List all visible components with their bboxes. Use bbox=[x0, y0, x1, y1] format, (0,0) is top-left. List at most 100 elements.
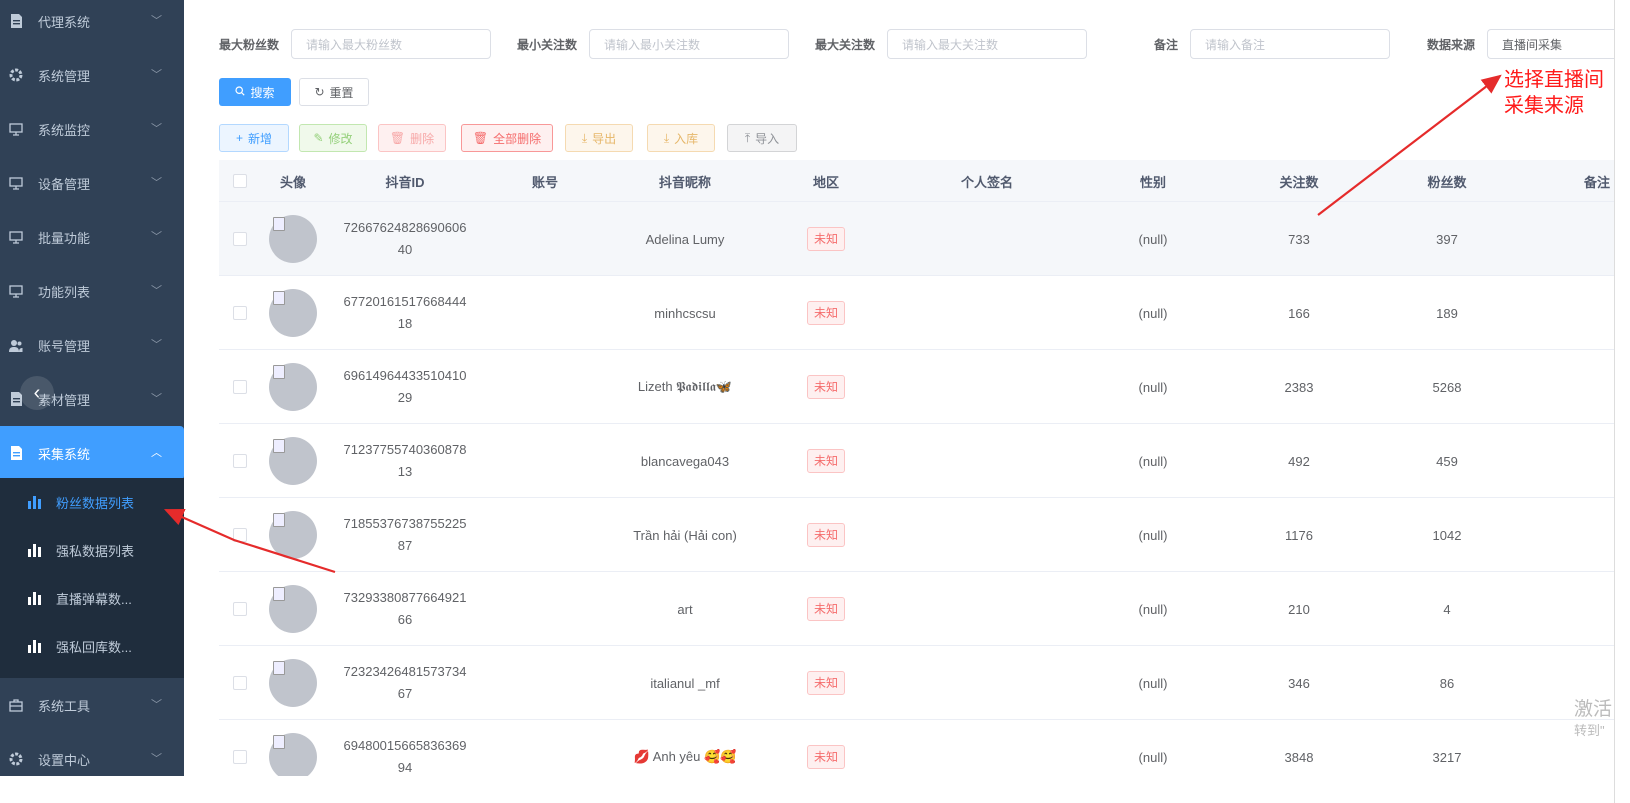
douyin-id-cell: 71855376738755225 87 bbox=[325, 498, 485, 572]
select-all-checkbox[interactable] bbox=[233, 174, 247, 188]
max-fans-input[interactable]: 请输入最大粉丝数 bbox=[291, 29, 492, 59]
collapse-sidebar-button[interactable]: ‹ bbox=[20, 376, 54, 410]
table-row[interactable]: 69614964433510410 29 Lizeth 𝕻𝖆𝖉𝖎𝖑𝖑𝖆🦋 未知 (nul… bbox=[219, 350, 1614, 424]
remark-cell bbox=[1515, 498, 1614, 572]
sidebar-subitem-fan-data-list[interactable]: 粉丝数据列表 bbox=[0, 478, 184, 526]
sidebar-item-system-management[interactable]: 系统管理 ﹀ bbox=[0, 48, 184, 102]
sidebar-item-label: 设备管理 bbox=[38, 176, 91, 192]
signature-cell bbox=[887, 202, 1087, 276]
region-cell: 未知 bbox=[765, 202, 887, 276]
filter-max-follow: 最大关注数 请输入最大关注数 bbox=[815, 28, 1088, 60]
fans-cell: 397 bbox=[1436, 231, 1458, 247]
column-header: 性别 bbox=[1139, 174, 1166, 190]
row-checkbox[interactable] bbox=[233, 750, 247, 764]
column-header: 地区 bbox=[812, 174, 839, 190]
table-row[interactable]: 72323426481573734 67 italianul _mf 未知 (null)… bbox=[219, 646, 1614, 720]
sidebar-item-account-management[interactable]: 账号管理 ﹀ bbox=[0, 318, 184, 372]
download-icon: ⤓ bbox=[581, 130, 588, 145]
sidebar-item-label: 代理系统 bbox=[38, 14, 91, 30]
sidebar-item-system-tools[interactable]: 系统工具 ﹀ bbox=[0, 678, 184, 732]
min-follow-input[interactable]: 请输入最小关注数 bbox=[589, 29, 790, 59]
main-content: 最大粉丝数 请输入最大粉丝数 最小关注数 请输入最小关注数 最大关注数 请输入最… bbox=[184, 0, 1614, 776]
sidebar-subitem-label: 粉丝数据列表 bbox=[56, 495, 135, 511]
chevron-down-icon: ﹀ bbox=[151, 15, 162, 27]
select-cell bbox=[219, 646, 261, 720]
douyin-id-cell: 67720161517668444 18 bbox=[325, 276, 485, 350]
max-follow-input[interactable]: 请输入最大关注数 bbox=[887, 29, 1088, 59]
table-row[interactable]: 71237755740360878 13 blancavega043 未知 (null)… bbox=[219, 424, 1614, 498]
douyin-id-cell: 73293380877664921 66 bbox=[325, 572, 485, 646]
activation-watermark-sub: 转到" bbox=[1574, 723, 1605, 738]
search-icon bbox=[235, 85, 246, 99]
export-button[interactable]: ⤓ 导出 bbox=[565, 124, 633, 152]
reset-button[interactable]: ↻ 重置 bbox=[299, 78, 369, 106]
column-header: 账号 bbox=[531, 174, 558, 190]
sidebar-item-label: 功能列表 bbox=[38, 284, 91, 300]
sidebar-subitem-dm-storage[interactable]: 强私回库数... bbox=[0, 622, 184, 670]
upload-icon: ⤒ bbox=[744, 130, 751, 145]
row-checkbox[interactable] bbox=[233, 380, 247, 394]
nickname-cell: Lizeth 𝕻𝖆𝖉𝖎𝖑𝖑𝖆🦋 bbox=[637, 379, 733, 394]
sidebar-item-device-management[interactable]: 设备管理 ﹀ bbox=[0, 156, 184, 210]
sidebar-item-label: 批量功能 bbox=[38, 230, 91, 246]
search-button[interactable]: 搜索 bbox=[219, 78, 291, 106]
document-icon bbox=[8, 13, 24, 29]
sidebar-item-system-monitor[interactable]: 系统监控 ﹀ bbox=[0, 102, 184, 156]
chevron-down-icon: ﹀ bbox=[151, 285, 162, 297]
sidebar-subitem-dm-data-list[interactable]: 强私数据列表 bbox=[0, 526, 184, 574]
remark-input[interactable]: 请输入备注 bbox=[1190, 29, 1391, 59]
region-tag: 未知 bbox=[806, 597, 845, 621]
nickname-cell: art bbox=[677, 601, 693, 617]
page-scrollbar[interactable] bbox=[1614, 0, 1630, 803]
toolbox-icon bbox=[8, 697, 24, 713]
select-cell bbox=[219, 276, 261, 350]
row-checkbox[interactable] bbox=[233, 454, 247, 468]
row-checkbox[interactable] bbox=[233, 306, 247, 320]
sidebar-item-collection-system[interactable]: 采集系统 ︿ bbox=[0, 426, 184, 480]
gender-cell: (null) bbox=[1138, 527, 1168, 543]
table-row[interactable]: 71855376738755225 87 Trần hải (Hải con) 未知 (… bbox=[219, 498, 1614, 572]
edit-label: 修改 bbox=[328, 131, 353, 146]
table-row[interactable]: 72667624828690606 40 Adelina Lumy 未知 (null) 7… bbox=[219, 202, 1614, 276]
region-tag: 未知 bbox=[806, 449, 845, 473]
avatar bbox=[269, 585, 317, 633]
delete-all-button[interactable]: 🗑 全部删除 bbox=[461, 124, 553, 152]
signature-cell bbox=[887, 276, 1087, 350]
sidebar-item-batch-functions[interactable]: 批量功能 ﹀ bbox=[0, 210, 184, 264]
table-row[interactable]: 73293380877664921 66 art 未知 (null) 210 4 bbox=[219, 572, 1614, 646]
row-checkbox[interactable] bbox=[233, 232, 247, 246]
export-label: 导出 bbox=[592, 131, 617, 146]
edit-button[interactable]: ✎ 修改 bbox=[299, 124, 367, 152]
store-button[interactable]: ⤓ 入库 bbox=[647, 124, 715, 152]
sidebar-item-proxy-system[interactable]: 代理系统 ﹀ bbox=[0, 0, 184, 48]
douyin-id-suffix: 13 bbox=[397, 464, 413, 479]
table-row[interactable]: 67720161517668444 18 minhcscsu 未知 (null) 166 1… bbox=[219, 276, 1614, 350]
add-button[interactable]: + 新增 bbox=[219, 124, 289, 152]
annotation-text: 选择直播间 采集来源 bbox=[1504, 67, 1604, 119]
gender-cell: (null) bbox=[1138, 305, 1168, 321]
region-cell: 未知 bbox=[765, 350, 887, 424]
douyin-id: 72667624828690606 bbox=[343, 220, 467, 235]
sidebar-item-settings-center[interactable]: 设置中心 ﹀ bbox=[0, 732, 184, 776]
delete-button[interactable]: 🗑 删除 bbox=[378, 124, 446, 152]
row-checkbox[interactable] bbox=[233, 602, 247, 616]
follows-cell: 492 bbox=[1288, 453, 1310, 469]
avatar-cell bbox=[261, 572, 325, 646]
sidebar-subitem-live-comments[interactable]: 直播弹幕数... bbox=[0, 574, 184, 622]
douyin-id: 72323426481573734 bbox=[343, 664, 467, 679]
bar-chart-icon bbox=[28, 591, 42, 605]
table-row[interactable]: 69480015665836369 94 💋 Anh yêu 🥰🥰 未知 (null) 3… bbox=[219, 720, 1614, 776]
import-button[interactable]: ⤒ 导入 bbox=[727, 124, 797, 152]
avatar bbox=[269, 437, 317, 485]
filter-max-fans: 最大粉丝数 请输入最大粉丝数 bbox=[219, 28, 492, 60]
row-checkbox[interactable] bbox=[233, 528, 247, 542]
column-header: 抖音ID bbox=[385, 174, 425, 190]
filter-label: 最小关注数 bbox=[517, 37, 578, 52]
data-source-select[interactable]: 直播间采集 bbox=[1487, 29, 1614, 59]
sidebar-item-function-list[interactable]: 功能列表 ﹀ bbox=[0, 264, 184, 318]
filter-source: 数据来源 直播间采集 bbox=[1427, 28, 1614, 60]
douyin-id-cell: 69614964433510410 29 bbox=[325, 350, 485, 424]
remark-cell bbox=[1515, 350, 1614, 424]
row-checkbox[interactable] bbox=[233, 676, 247, 690]
douyin-id: 69614964433510410 bbox=[343, 368, 467, 383]
